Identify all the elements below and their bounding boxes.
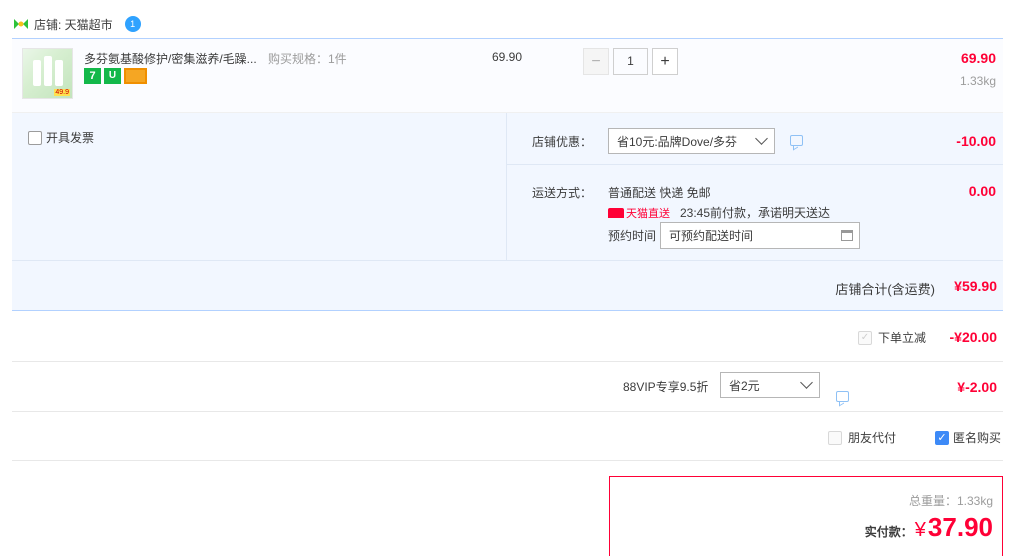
instant-discount-label: 下单立减 (878, 331, 927, 345)
friend-pay-checkbox[interactable] (828, 430, 842, 445)
product-title[interactable]: 多芬氨基酸修护/密集滋养/毛躁... (84, 50, 262, 67)
total-weight: 总重量：1.33kg (908, 494, 993, 508)
calendar-icon (841, 230, 853, 241)
shipping-amount: 0.00 (968, 183, 996, 199)
amount-due-value: 37.90 (927, 512, 993, 542)
invoice-label: 开具发票 (46, 131, 95, 145)
panel-divider-h (507, 164, 1003, 165)
seven-day-return-icon: 7 (84, 68, 101, 84)
friend-pay-option[interactable]: 朋友代付 (828, 429, 896, 446)
discount-info-icon[interactable] (790, 135, 803, 146)
schedule-label: 预约时间 (608, 229, 657, 243)
shop-header: 店铺: 天猫超市 1 (14, 14, 141, 34)
instant-discount-value: -¥20.00 (949, 329, 997, 345)
divider (12, 460, 1003, 461)
chevron-down-icon (755, 132, 768, 145)
shop-discount-label: 店铺优惠： (532, 135, 593, 149)
invoice-checkbox[interactable] (28, 130, 42, 145)
tmall-direct-badge: 天猫直送 (608, 205, 670, 221)
vip-discount-amount: ¥-2.00 (957, 379, 997, 395)
divider (12, 361, 1003, 362)
shop-name[interactable]: 店铺: 天猫超市 (34, 16, 113, 33)
product-spec: 购买规格：1件 (268, 52, 347, 66)
tmall-direct-label: 天猫直送 (626, 207, 670, 220)
service-tags: 7 U (84, 68, 147, 84)
delivery-promise: 天猫直送 23:45前付款，承诺明天送达 (608, 204, 830, 221)
divider (12, 411, 1003, 412)
shop-discount-value: 省10元:品牌Dove/多芬 (617, 134, 738, 149)
panel-divider (506, 113, 507, 261)
shipping-label: 运送方式： (532, 186, 593, 200)
anonymous-checkbox[interactable]: ✓ (935, 430, 949, 445)
schedule-date-input[interactable]: 可预约配送时间 (660, 222, 860, 249)
tmall-cat-icon (608, 207, 624, 218)
quantity-input[interactable]: 1 (613, 48, 648, 75)
chevron-down-icon (800, 376, 813, 389)
instant-discount-option: ✓ 下单立减 (858, 329, 926, 346)
shop-total-label: 店铺合计(含运费) (835, 282, 935, 297)
unit-price: 69.90 (492, 50, 523, 64)
quantity-stepper: − 1 + (583, 48, 678, 75)
thumb-price: 49.9 (54, 89, 70, 96)
product-thumbnail[interactable]: 49.9 (22, 48, 73, 99)
schedule-placeholder: 可预约配送时间 (669, 229, 754, 243)
vip-discount-value: 省2元 (729, 378, 760, 393)
anonymous-label: 匿名购买 (953, 431, 1002, 445)
increase-button[interactable]: + (652, 48, 678, 75)
vip-label: 88VIP专享9.5折 (623, 380, 709, 394)
shop-discount-select[interactable]: 省10元:品牌Dove/多芬 (608, 128, 775, 154)
anonymous-option[interactable]: ✓ 匿名购买 (935, 429, 1001, 446)
amount-due-label: 实付款： (864, 525, 913, 539)
wangwang-chat-icon[interactable]: 1 (124, 16, 141, 32)
card-pay-icon (124, 68, 147, 84)
item-total: 69.90 (960, 50, 996, 66)
vip-discount-select[interactable]: 省2元 (720, 372, 820, 398)
friend-pay-label: 朋友代付 (848, 431, 897, 445)
decrease-button[interactable]: − (583, 48, 609, 75)
instant-discount-checkbox: ✓ (858, 330, 872, 345)
shipping-method: 普通配送 快递 免邮 (608, 186, 711, 200)
item-weight: 1.33kg (959, 74, 996, 88)
delivery-promise-text: 23:45前付款，承诺明天送达 (680, 206, 831, 220)
amount-due: 实付款： ¥ 37.90 (865, 512, 993, 543)
vip-info-icon[interactable] (836, 391, 849, 402)
guarantee-icon: U (104, 68, 121, 84)
shop-discount-amount: -10.00 (956, 133, 996, 149)
currency-symbol: ¥ (914, 519, 926, 541)
invoice-option[interactable]: 开具发票 (28, 129, 94, 146)
shop-total-value: ¥59.90 (954, 278, 997, 294)
tmall-supermarket-icon (14, 19, 28, 29)
